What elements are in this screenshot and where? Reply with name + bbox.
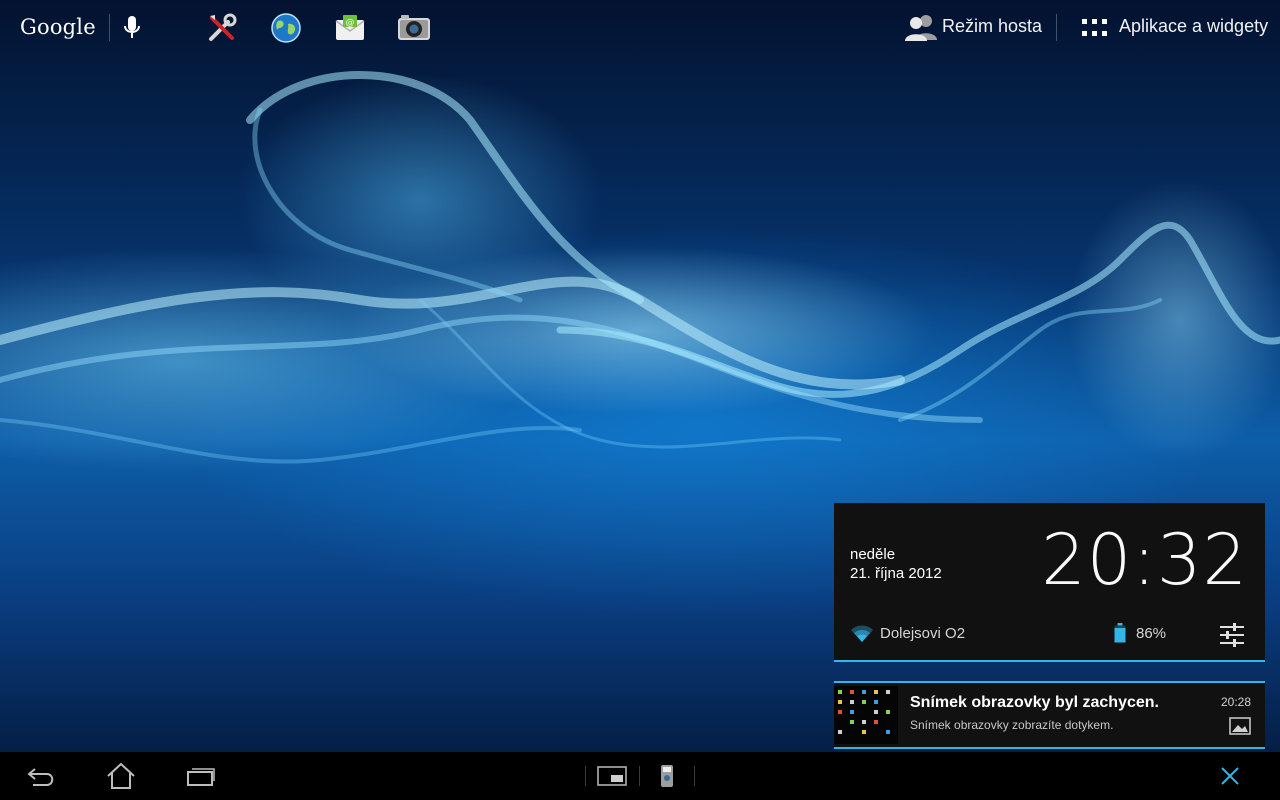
recent-apps-icon — [187, 768, 215, 786]
divider — [585, 766, 586, 786]
battery-percent: 86% — [1136, 625, 1167, 642]
remote-control-icon — [661, 765, 673, 787]
shortcut-browser[interactable] — [268, 10, 304, 46]
recent-apps-button[interactable] — [178, 752, 224, 800]
shortcut-settings[interactable] — [204, 10, 240, 46]
clock[interactable]: 20:32 — [1004, 519, 1248, 601]
email-icon: @ — [335, 15, 365, 40]
camera-icon — [398, 15, 430, 40]
divider — [1056, 14, 1057, 41]
notification-text: Snímek obrazovky zobrazíte dotykem. — [910, 718, 1114, 732]
close-icon — [1221, 767, 1239, 785]
apps-grid-icon — [1082, 19, 1107, 36]
notification-title: Snímek obrazovky byl zachycen. — [910, 694, 1159, 711]
shortcut-camera[interactable] — [396, 10, 432, 46]
home-icon — [107, 762, 135, 789]
divider — [694, 766, 695, 786]
notification-bottom-line — [834, 747, 1265, 749]
panel-separator — [834, 660, 1265, 662]
small-apps-window-button[interactable] — [592, 752, 632, 800]
navigation-bar — [0, 752, 1280, 800]
screenshot-thumbnail — [834, 686, 898, 744]
apps-widgets-button[interactable]: Aplikace a widgety — [1119, 16, 1268, 37]
guest-mode-icon — [905, 15, 937, 41]
wifi-icon — [851, 625, 873, 642]
wifi-network-label[interactable]: Dolejsovi O2 — [880, 625, 965, 642]
remote-control-button[interactable] — [652, 752, 682, 800]
divider — [639, 766, 640, 786]
settings-sliders-icon[interactable] — [1220, 623, 1244, 647]
notification-time: 20:28 — [1221, 695, 1252, 709]
svg-text:@: @ — [346, 18, 355, 28]
back-icon — [27, 768, 54, 786]
battery-icon — [1114, 623, 1126, 643]
screenshot-notification[interactable]: Snímek obrazovky byl zachycen. Snímek ob… — [834, 683, 1265, 747]
day-label: neděle — [850, 546, 896, 563]
close-notifications-button[interactable] — [1210, 752, 1250, 800]
divider — [109, 14, 110, 41]
date-label: 21. října 2012 — [850, 565, 942, 582]
shortcut-email[interactable]: @ — [332, 10, 368, 46]
quick-settings-panel: neděle 21. října 2012 20:32 Dolejsovi O2… — [834, 503, 1265, 660]
voice-search-button[interactable] — [114, 10, 150, 46]
browser-globe-icon — [271, 13, 301, 43]
image-icon — [1229, 717, 1251, 735]
microphone-icon — [124, 16, 140, 38]
back-button[interactable] — [18, 752, 64, 800]
guest-mode-button[interactable]: Režim hosta — [942, 16, 1042, 37]
google-search-button[interactable]: Google — [20, 15, 96, 39]
battery-fill — [1114, 627, 1126, 643]
top-bar: Google @ Režim hosta Aplikace a widgety — [0, 0, 1280, 56]
home-button[interactable] — [98, 752, 144, 800]
settings-tools-icon — [209, 13, 237, 41]
window-icon — [597, 766, 627, 786]
